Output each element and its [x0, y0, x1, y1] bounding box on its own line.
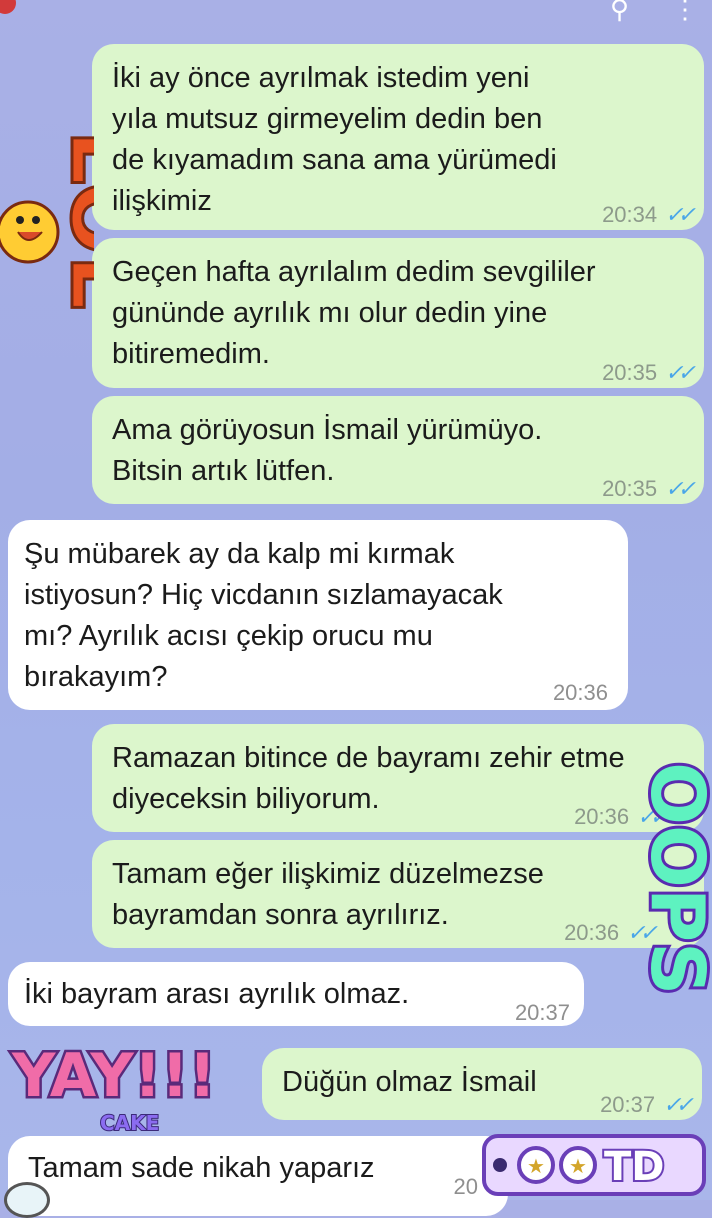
message-text: Şu mübarek ay da kalp mi kırmak istiyosu… [24, 538, 503, 693]
message-text: Tamam sade nikah yaparız [28, 1152, 375, 1184]
message-meta: 20 [454, 1166, 478, 1207]
more-icon[interactable]: ⋮ [672, 0, 698, 25]
td-sticker: ★ ★ TD [480, 1128, 710, 1200]
read-ticks-icon: ✓✓ [665, 202, 696, 227]
message-meta: 20:36 ✓✓ [564, 912, 658, 953]
message-text: Ama görüyosun İsmail yürümüyo. Bitsin ar… [112, 414, 543, 487]
message-time: 20:37 [600, 1092, 656, 1117]
td-text: TD [604, 1144, 665, 1190]
message-meta: 20:37 ✓✓ [600, 1084, 694, 1125]
message-text: Düğün olmaz İsmail [282, 1066, 537, 1098]
message-bubble-incoming[interactable]: Tamam sade nikah yaparız 20 [8, 1136, 508, 1216]
lol-text: LOL [51, 130, 94, 310]
message-text: Ramazan bitince de bayramı zehir etme di… [112, 742, 625, 815]
svg-text:★: ★ [569, 1154, 587, 1178]
message-time: 20:36 [564, 920, 620, 945]
message-time: 20:36 [552, 680, 608, 705]
message-meta: 20:37 [515, 992, 570, 1033]
message-text: İki ay önce ayrılmak istedim yeni yıla m… [112, 62, 557, 217]
message-bubble-incoming[interactable]: İki bayram arası ayrılık olmaz. 20:37 [8, 962, 584, 1026]
message-time: 20:35 [602, 360, 658, 385]
read-ticks-icon: ✓✓ [663, 1092, 694, 1117]
message-time: 20:36 [574, 804, 630, 829]
oops-sticker: OOPS [631, 759, 712, 1020]
avatar [4, 1182, 50, 1218]
yay-text: YAY!!! [11, 1041, 216, 1111]
message-bubble-outgoing[interactable]: Ama görüyosun İsmail yürümüyo. Bitsin ar… [92, 396, 704, 504]
read-ticks-icon: ✓✓ [665, 476, 696, 501]
message-meta: 20:34 ✓✓ [602, 194, 696, 235]
message-meta: 20:35 ✓✓ [602, 468, 696, 509]
message-bubble-outgoing[interactable]: Geçen hafta ayrılalım dedim sevgililer g… [92, 238, 704, 388]
message-text: Geçen hafta ayrılalım dedim sevgililer g… [112, 256, 596, 370]
message-meta: 20:35 ✓✓ [602, 352, 696, 393]
yay-sticker: YAY!!! CAKE [4, 1030, 294, 1140]
lol-sticker: LOL [0, 120, 153, 350]
message-bubble-outgoing[interactable]: Düğün olmaz İsmail 20:37 ✓✓ [262, 1048, 702, 1120]
message-time: 20:35 [602, 476, 658, 501]
read-ticks-icon: ✓✓ [665, 360, 696, 385]
message-bubble-incoming[interactable]: Şu mübarek ay da kalp mi kırmak istiyosu… [8, 520, 628, 710]
message-bubble-outgoing[interactable]: Tamam eğer ilişkimiz düzelmezse bayramda… [92, 840, 704, 948]
chat-header: ⚲ ⋮ [0, 0, 712, 25]
message-bubble-outgoing[interactable]: Ramazan bitince de bayramı zehir etme di… [92, 724, 704, 832]
message-time: 20 [453, 1174, 478, 1199]
message-time: 20:34 [602, 202, 658, 227]
message-text: Tamam eğer ilişkimiz düzelmezse bayramda… [112, 858, 544, 931]
message-meta: 20:36 [553, 672, 608, 713]
svg-text:★: ★ [527, 1154, 545, 1178]
message-time: 20:37 [514, 1000, 570, 1025]
avatar[interactable] [0, 0, 16, 14]
oops-text: OOPS [642, 762, 712, 995]
message-text: İki bayram arası ayrılık olmaz. [24, 978, 410, 1010]
search-icon[interactable]: ⚲ [610, 0, 629, 25]
message-bubble-outgoing[interactable]: İki ay önce ayrılmak istedim yeni yıla m… [92, 44, 704, 230]
cake-text: CAKE [100, 1111, 159, 1135]
